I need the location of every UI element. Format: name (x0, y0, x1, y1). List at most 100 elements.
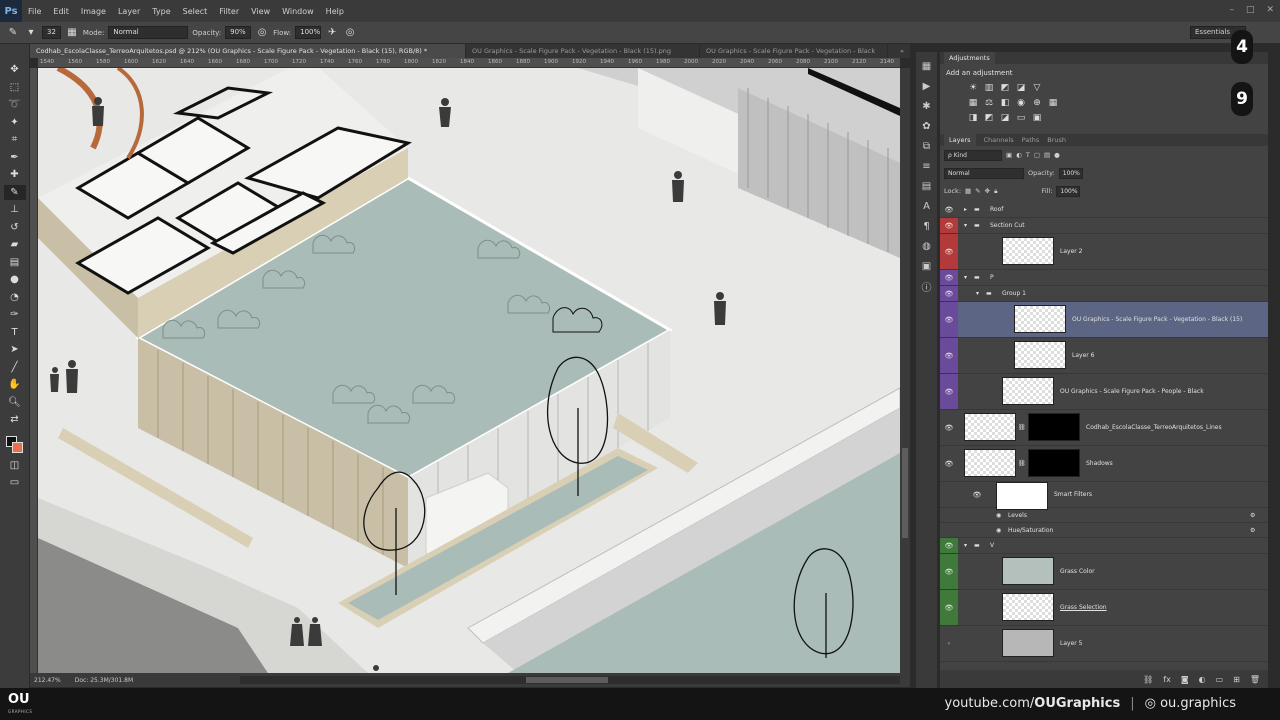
layer-row[interactable]: 👁︎ Smart Filters (940, 482, 1268, 510)
visibility-eye-icon[interactable]: 👁︎ (944, 387, 954, 397)
layer-name[interactable]: OU Graphics - Scale Figure Pack - People… (1060, 388, 1204, 395)
close-icon[interactable]: ✕ (1266, 5, 1274, 15)
filter-kind-select[interactable]: ρ Kind (944, 149, 1002, 161)
filter-toggle-icon[interactable]: ● (1054, 151, 1060, 159)
gradient-tool-icon[interactable]: ▤ (4, 255, 26, 271)
layer-mask-thumbnail[interactable] (1028, 413, 1080, 441)
channel-mixer-icon[interactable]: ⊕ (1032, 98, 1042, 108)
marquee-tool-icon[interactable]: ⬚ (4, 80, 26, 96)
color-balance-icon[interactable]: ⚖ (984, 98, 994, 108)
layer-row[interactable]: 👁︎ ▾ ▬ Section Cut (940, 218, 1268, 234)
tab-layers[interactable]: Layers (944, 134, 976, 146)
document-canvas[interactable] (38, 68, 900, 673)
actions-icon[interactable]: ▶ (919, 78, 935, 94)
vertical-scroll-thumb[interactable] (902, 448, 908, 538)
brush-panel-icon[interactable]: ▦ (65, 26, 79, 40)
eyedropper-tool-icon[interactable]: ✒ (4, 150, 26, 166)
pen-tool-icon[interactable]: ✑ (4, 307, 26, 323)
expand-toggle-icon[interactable]: ▸ (964, 206, 967, 213)
selective-color-icon[interactable]: ▣ (1032, 113, 1042, 123)
curves-icon[interactable]: ◩ (1000, 83, 1010, 93)
lock-position-icon[interactable]: ✥ (985, 187, 990, 195)
gradient-map-icon[interactable]: ▭ (1016, 113, 1026, 123)
expand-toggle-icon[interactable]: ▾ (976, 290, 979, 297)
layer-row[interactable]: 👁︎ Layer 6 (940, 338, 1268, 374)
color-swatches[interactable] (4, 434, 26, 456)
tab-channels[interactable]: Channels (984, 136, 1014, 144)
menu-edit[interactable]: Edit (47, 7, 75, 16)
menu-filter[interactable]: Filter (213, 7, 245, 16)
info-panel-icon[interactable]: ▤ (919, 178, 935, 194)
layer-name[interactable]: Levels (1008, 512, 1027, 519)
menu-type[interactable]: Type (146, 7, 176, 16)
document-size[interactable]: Doc: 25.3M/301.8M (75, 677, 133, 684)
quick-select-tool-icon[interactable]: ✦ (4, 115, 26, 131)
layer-row[interactable]: ◉ ⚙ Levels (940, 508, 1268, 523)
swatches-icon[interactable]: ◍ (919, 238, 935, 254)
smart-filter-eye-icon[interactable]: ◉ (996, 527, 1001, 534)
clone-source-icon[interactable]: ⧉ (919, 138, 935, 154)
visibility-eye-icon[interactable]: ◦ (944, 639, 954, 649)
maximize-icon[interactable]: □ (1246, 5, 1255, 15)
layer-row[interactable]: 👁︎ OU Graphics - Scale Figure Pack - Peop… (940, 374, 1268, 410)
menu-select[interactable]: Select (177, 7, 214, 16)
layer-name[interactable]: Hue/Saturation (1008, 527, 1053, 534)
crop-tool-icon[interactable]: ⌗ (4, 132, 26, 148)
lock-paint-icon[interactable]: ✎ (975, 187, 980, 195)
brush-tool-icon[interactable]: ✎ (3, 184, 26, 200)
pressure-opacity-icon[interactable]: ◎ (255, 26, 269, 40)
layer-row[interactable]: 👁︎ ▾ ▬ V (940, 538, 1268, 554)
layer-name[interactable]: Layer 2 (1060, 248, 1082, 255)
opacity-field[interactable]: 90% (225, 26, 252, 39)
threshold-icon[interactable]: ◪ (1000, 113, 1010, 123)
layer-name[interactable]: Grass Color (1060, 568, 1095, 575)
mode-select[interactable]: Normal (108, 26, 189, 39)
vertical-scrollbar[interactable] (900, 68, 910, 673)
layer-name[interactable]: Shadows (1086, 460, 1113, 467)
visibility-eye-icon[interactable]: 👁︎ (944, 247, 954, 257)
chevron-down-icon[interactable]: ▾ (24, 26, 38, 40)
visibility-eye-icon[interactable]: 👁︎ (944, 273, 954, 283)
flow-field[interactable]: 100% (295, 26, 322, 39)
mask-link-icon[interactable]: ⛓ (1018, 424, 1026, 431)
zoom-tool-icon[interactable]: 🔍︎ (4, 395, 26, 411)
tab-document-active[interactable]: Codhab_EscolaClasse_TerreoArquitetos.psd… (30, 44, 466, 58)
filter-options-icon[interactable]: ⚙ (1250, 512, 1255, 519)
instagram-link[interactable]: ◎ ou.graphics (1145, 696, 1236, 711)
screen-mode-icon[interactable]: ▭ (4, 475, 26, 491)
swap-colors-icon[interactable]: ⇄ (4, 412, 26, 428)
visibility-eye-icon[interactable]: 👁︎ (944, 221, 954, 231)
horizontal-scrollbar[interactable] (240, 676, 900, 684)
vibrance-icon[interactable]: ▽ (1032, 83, 1042, 93)
filter-shape-icon[interactable]: ▢ (1034, 151, 1040, 159)
menu-layer[interactable]: Layer (112, 7, 146, 16)
lasso-tool-icon[interactable]: ➰ (4, 97, 26, 113)
smart-filter-eye-icon[interactable]: ◉ (996, 512, 1001, 519)
properties-icon[interactable]: ≡ (919, 158, 935, 174)
layer-row[interactable]: 👁︎ Grass Selection (940, 590, 1268, 626)
expand-toggle-icon[interactable]: ▾ (964, 542, 967, 549)
brightness-contrast-icon[interactable]: ☀ (968, 83, 978, 93)
character-icon[interactable]: A (919, 198, 935, 214)
layer-name[interactable]: Layer 5 (1060, 640, 1082, 647)
menu-window[interactable]: Window (276, 7, 320, 16)
layer-opacity-field[interactable]: 100% (1058, 167, 1083, 179)
visibility-eye-icon[interactable]: 👁︎ (972, 490, 982, 500)
blend-mode-select[interactable]: Normal (944, 167, 1024, 179)
tabs-overflow-icon[interactable]: » (894, 44, 910, 58)
layer-row[interactable]: ◉ ⚙ Hue/Saturation (940, 523, 1268, 538)
layer-name[interactable]: Codhab_EscolaClasse_TerreoArquitetos_Lin… (1086, 424, 1222, 431)
lock-transparent-icon[interactable]: ▦ (965, 187, 971, 195)
move-tool-icon[interactable]: ✥ (4, 62, 26, 78)
layer-row[interactable]: 👁︎ ⛓ Codhab_EscolaClasse_TerreoArquitetos_… (940, 410, 1268, 446)
new-layer-icon[interactable]: ⊞ (1233, 675, 1240, 684)
fill-field[interactable]: 100% (1056, 185, 1081, 197)
visibility-eye-icon[interactable]: 👁︎ (944, 289, 954, 299)
lock-all-icon[interactable]: 🔒︎ (994, 187, 997, 196)
pressure-size-icon[interactable]: ◎ (343, 26, 357, 40)
filter-pixel-icon[interactable]: ▣ (1006, 151, 1012, 159)
visibility-eye-icon[interactable]: 👁︎ (944, 315, 954, 325)
expand-toggle-icon[interactable]: ▾ (964, 222, 967, 229)
delete-layer-icon[interactable]: 🗑︎ (1250, 675, 1260, 684)
tab-brush[interactable]: Brush (1047, 136, 1066, 144)
